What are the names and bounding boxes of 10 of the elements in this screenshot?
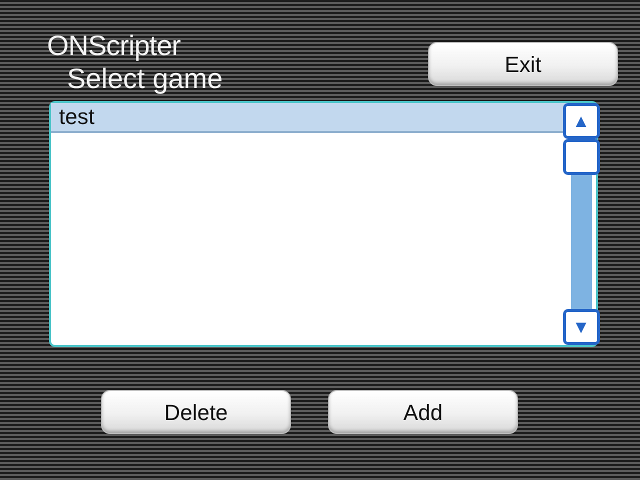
screen-subtitle: Select game: [67, 62, 223, 96]
scroll-track[interactable]: [570, 175, 592, 309]
delete-button[interactable]: Delete: [101, 390, 291, 434]
scroll-thumb[interactable]: [562, 139, 600, 175]
exit-button[interactable]: Exit: [428, 42, 618, 86]
app-title: ONScripter: [47, 30, 182, 62]
game-list-item[interactable]: test: [51, 103, 566, 133]
scroll-up-button[interactable]: ▲: [562, 103, 600, 139]
add-button[interactable]: Add: [328, 390, 518, 434]
scroll-down-button[interactable]: ▼: [562, 309, 600, 345]
